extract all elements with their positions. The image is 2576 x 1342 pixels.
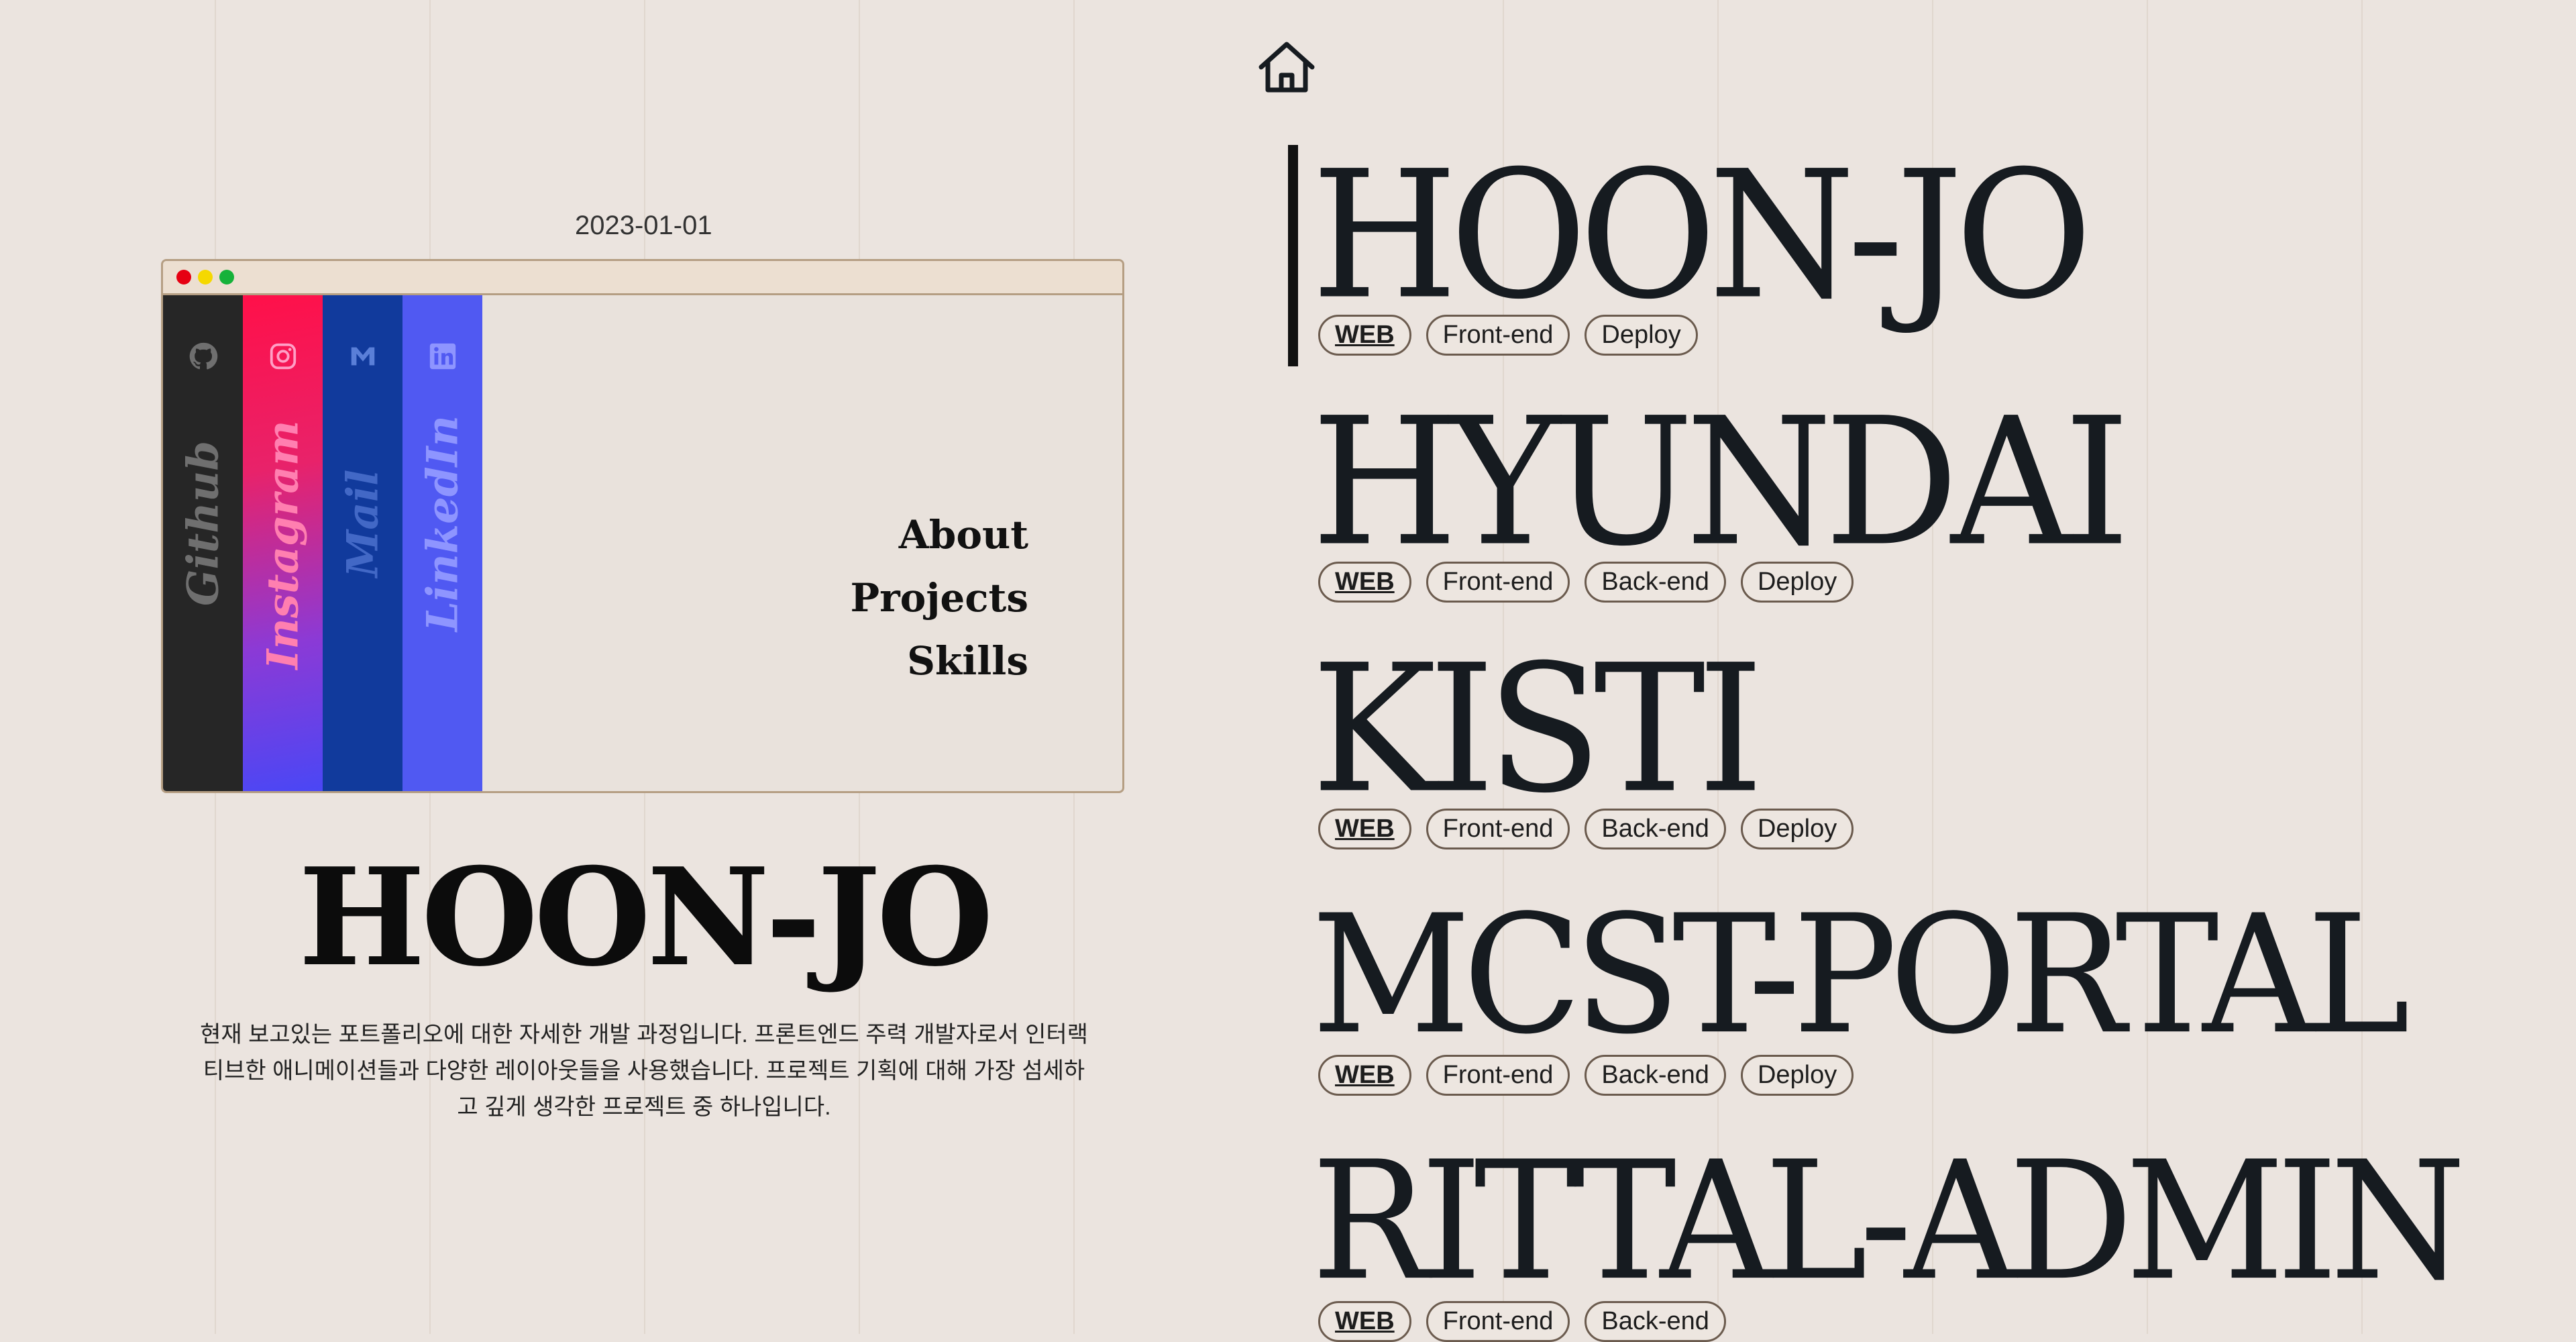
- menu-about[interactable]: About: [850, 503, 1028, 566]
- menu-projects[interactable]: Projects: [850, 566, 1028, 629]
- github-icon: [163, 341, 243, 375]
- maximize-dot-icon: [219, 270, 234, 285]
- project-item[interactable]: HYUNDAI WEB Front-end Back-end Deploy: [1311, 379, 2130, 603]
- linkedin-icon: [402, 341, 482, 375]
- mail-icon: [323, 341, 402, 375]
- project-title: HYUNDAI: [1311, 379, 2130, 585]
- menu-skills[interactable]: Skills: [850, 629, 1028, 692]
- project-description: 현재 보고있는 포트폴리오에 대한 자세한 개발 과정입니다. 프론트엔드 주력…: [200, 1022, 1088, 1120]
- instagram-icon: [243, 341, 323, 375]
- project-date: 2023-01-01: [575, 211, 712, 240]
- project-item[interactable]: HOON-JO WEB Front-end Deploy: [1311, 132, 2092, 356]
- window-titlebar: [163, 261, 1122, 295]
- project-title: MCST-PORTAL: [1311, 880, 2410, 1070]
- social-link-mail[interactable]: Mail: [323, 295, 402, 791]
- project-item[interactable]: MCST-PORTAL WEB Front-end Back-end Deplo…: [1311, 880, 2410, 1096]
- instagram-label: Instagram: [258, 420, 308, 670]
- github-label: Github: [178, 440, 228, 607]
- project-title: RITTAL-ADMIN: [1311, 1126, 2466, 1317]
- project-item[interactable]: RITTAL-ADMIN WEB Front-end Back-end: [1311, 1126, 2466, 1342]
- project-title: KISTI: [1311, 626, 1764, 832]
- browser-window-mockup: Github Instagram Mail LinkedIn About Pro…: [161, 259, 1124, 793]
- social-link-linkedin[interactable]: LinkedIn: [402, 295, 482, 791]
- linkedin-label: LinkedIn: [417, 415, 468, 632]
- project-item[interactable]: KISTI WEB Front-end Back-end Deploy: [1311, 626, 1854, 849]
- active-project-indicator: [1288, 145, 1298, 366]
- home-icon[interactable]: [1254, 35, 1319, 99]
- mail-label: Mail: [337, 469, 388, 578]
- project-name-heading: HOON-JO: [298, 839, 994, 996]
- project-title: HOON-JO: [1311, 132, 2092, 338]
- social-link-instagram[interactable]: Instagram: [243, 295, 323, 791]
- window-menu: About Projects Skills: [850, 503, 1028, 692]
- social-link-github[interactable]: Github: [163, 295, 243, 791]
- close-dot-icon: [176, 270, 191, 285]
- minimize-dot-icon: [198, 270, 213, 285]
